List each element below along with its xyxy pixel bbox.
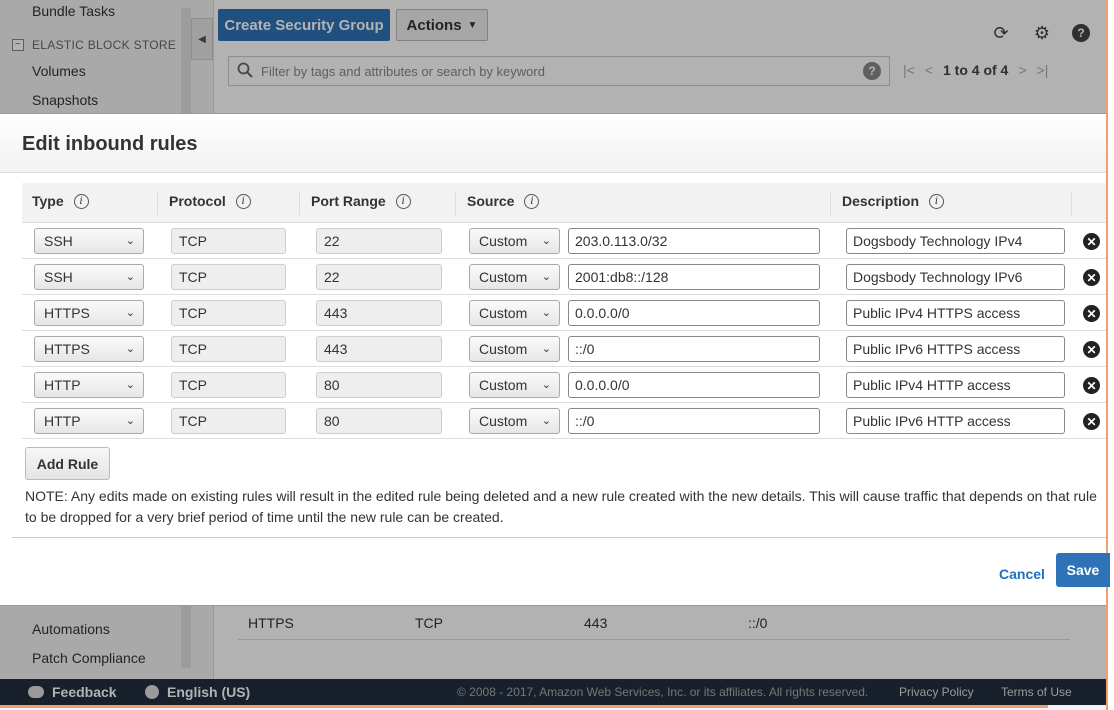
column-description: Description i	[842, 193, 945, 209]
description-input[interactable]: Public IPv6 HTTPS access	[846, 336, 1065, 362]
rule-row: HTTP ⌄ TCP 80 Custom ⌄::/0 Public IPv6 HTTP ac…	[22, 403, 1106, 439]
source-mode-select[interactable]: Custom ⌄	[469, 372, 560, 398]
type-select[interactable]: HTTP ⌄	[34, 372, 144, 398]
type-select[interactable]: SSH ⌄	[34, 264, 144, 290]
chevron-down-icon: ⌄	[125, 235, 135, 247]
edit-note: NOTE: Any edits made on existing rules w…	[25, 488, 1097, 525]
remove-rule-icon[interactable]: ✕	[1083, 341, 1100, 358]
info-icon[interactable]: i	[73, 193, 89, 209]
chevron-down-icon: ⌄	[541, 415, 551, 427]
description-input[interactable]: Public IPv6 HTTP access	[846, 408, 1065, 434]
chevron-down-icon: ⌄	[125, 307, 135, 319]
description-input[interactable]: Public IPv4 HTTPS access	[846, 300, 1065, 326]
column-divider	[299, 191, 300, 215]
source-mode-select[interactable]: Custom ⌄	[469, 408, 560, 434]
rule-row: HTTPS ⌄ TCP 443 Custom ⌄::/0 Public IPv6 HTTPS…	[22, 331, 1106, 367]
protocol-field: TCP	[171, 264, 286, 290]
column-divider	[830, 191, 831, 215]
port-range-field: 443	[316, 300, 442, 326]
port-range-field: 80	[316, 408, 442, 434]
footer-divider	[12, 537, 1106, 538]
window-edge	[1106, 0, 1114, 710]
chevron-down-icon: ⌄	[125, 379, 135, 391]
source-input[interactable]: ::/0	[568, 336, 820, 362]
info-icon[interactable]: i	[235, 193, 251, 209]
column-source: Source i	[467, 193, 540, 209]
info-icon[interactable]: i	[395, 193, 411, 209]
save-button[interactable]: Save	[1056, 553, 1110, 587]
dialog-header: Edit inbound rules	[0, 114, 1106, 173]
chevron-down-icon: ⌄	[125, 415, 135, 427]
remove-rule-icon[interactable]: ✕	[1083, 305, 1100, 322]
source-input[interactable]: ::/0	[568, 408, 820, 434]
column-divider	[157, 191, 158, 215]
description-input[interactable]: Dogsbody Technology IPv4	[846, 228, 1065, 254]
port-range-field: 22	[316, 264, 442, 290]
remove-rule-icon[interactable]: ✕	[1083, 269, 1100, 286]
type-select[interactable]: HTTP ⌄	[34, 408, 144, 434]
source-mode-select[interactable]: Custom ⌄	[469, 228, 560, 254]
source-input[interactable]: 0.0.0.0/0	[568, 372, 820, 398]
chevron-down-icon: ⌄	[541, 235, 551, 247]
port-range-field: 80	[316, 372, 442, 398]
type-select[interactable]: HTTPS ⌄	[34, 336, 144, 362]
description-input[interactable]: Dogsbody Technology IPv6	[846, 264, 1065, 290]
remove-rule-icon[interactable]: ✕	[1083, 377, 1100, 394]
info-icon[interactable]: i	[524, 193, 540, 209]
rule-row: HTTP ⌄ TCP 80 Custom ⌄ 0.0.0.0/0 Public IPv4 HT…	[22, 367, 1106, 403]
protocol-field: TCP	[171, 408, 286, 434]
protocol-field: TCP	[171, 228, 286, 254]
chevron-down-icon: ⌄	[541, 379, 551, 391]
source-mode-select[interactable]: Custom ⌄	[469, 264, 560, 290]
chevron-down-icon: ⌄	[125, 271, 135, 283]
dialog-title: Edit inbound rules	[22, 133, 198, 155]
remove-rule-icon[interactable]: ✕	[1083, 413, 1100, 430]
type-select[interactable]: SSH ⌄	[34, 228, 144, 254]
chevron-down-icon: ⌄	[541, 343, 551, 355]
remove-rule-icon[interactable]: ✕	[1083, 233, 1100, 250]
source-input[interactable]: 203.0.113.0/32	[568, 228, 820, 254]
protocol-field: TCP	[171, 300, 286, 326]
chevron-down-icon: ⌄	[541, 271, 551, 283]
source-input[interactable]: 2001:db8::/128	[568, 264, 820, 290]
column-protocol: Protocol i	[169, 193, 251, 209]
add-rule-button[interactable]: Add Rule	[25, 447, 110, 480]
protocol-field: TCP	[171, 372, 286, 398]
chevron-down-icon: ⌄	[125, 343, 135, 355]
port-range-field: 22	[316, 228, 442, 254]
accent-line	[0, 705, 1048, 708]
column-divider	[1071, 191, 1072, 215]
source-input[interactable]: 0.0.0.0/0	[568, 300, 820, 326]
rule-row: SSH ⌄ TCP 22 Custom ⌄ 2001:db8::/128 Dogsbody T…	[22, 259, 1106, 295]
source-mode-select[interactable]: Custom ⌄	[469, 336, 560, 362]
info-icon[interactable]: i	[929, 193, 945, 209]
protocol-field: TCP	[171, 336, 286, 362]
column-type: Type i	[32, 193, 89, 209]
edit-inbound-rules-dialog: Edit inbound rules Type i Protocol i Por…	[0, 113, 1110, 606]
column-divider	[455, 191, 456, 215]
cancel-button[interactable]: Cancel	[999, 566, 1045, 582]
source-mode-select[interactable]: Custom ⌄	[469, 300, 560, 326]
description-input[interactable]: Public IPv4 HTTP access	[846, 372, 1065, 398]
rule-row: SSH ⌄ TCP 22 Custom ⌄ 203.0.113.0/32 Dogsbody T…	[22, 223, 1106, 259]
type-select[interactable]: HTTPS ⌄	[34, 300, 144, 326]
column-port-range: Port Range i	[311, 193, 411, 209]
rules-table-header: Type i Protocol i Port Range i Source i …	[22, 183, 1106, 223]
port-range-field: 443	[316, 336, 442, 362]
rule-row: HTTPS ⌄ TCP 443 Custom ⌄ 0.0.0.0/0 Public IPv4 …	[22, 295, 1106, 331]
chevron-down-icon: ⌄	[541, 307, 551, 319]
